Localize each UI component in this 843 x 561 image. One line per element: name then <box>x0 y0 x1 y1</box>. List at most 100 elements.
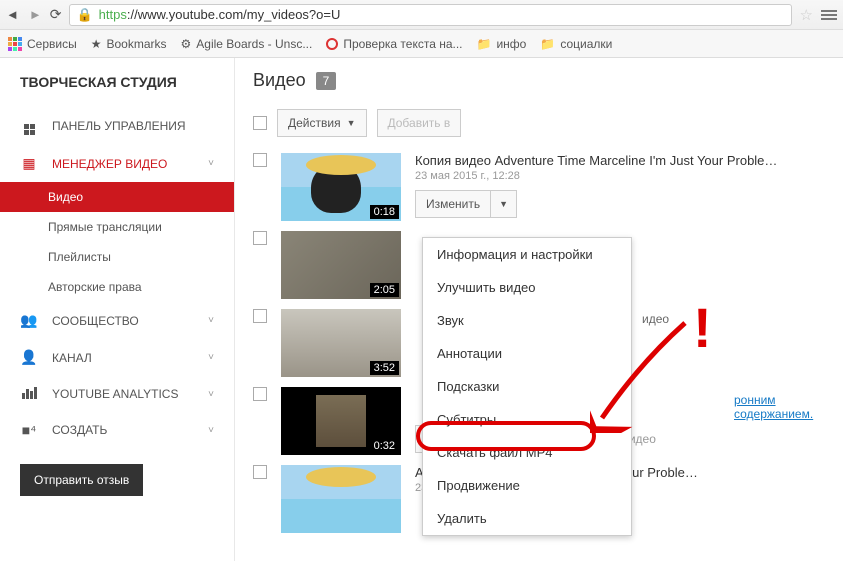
page-title: Видео <box>253 70 306 91</box>
video-count-badge: 7 <box>316 72 337 90</box>
chevron-down-icon: ˅ <box>208 352 214 363</box>
video-duration: 3:52 <box>370 361 399 375</box>
video-thumbnail[interactable]: 2:05 <box>281 231 401 299</box>
bookmark-star-icon[interactable]: ☆ <box>800 6 813 24</box>
analytics-icon <box>20 386 38 402</box>
edit-button[interactable]: Изменить <box>415 190 490 218</box>
select-all-checkbox[interactable] <box>253 116 267 130</box>
sidebar-item-label: МЕНЕДЖЕР ВИДЕО <box>52 157 167 171</box>
people-icon <box>20 312 38 329</box>
circle-icon <box>326 38 338 50</box>
url-path: ://www.youtube.com/my_videos?o=U <box>127 7 341 22</box>
sidebar-sub-playlists[interactable]: Плейлисты <box>0 242 234 272</box>
actions-row: Действия ▼ Добавить в <box>253 109 825 137</box>
partial-text: идео <box>642 312 669 326</box>
video-date: 23 мая 2015 г., 12:28 <box>415 170 825 182</box>
feedback-button[interactable]: Отправить отзыв <box>20 464 143 496</box>
bookmark-info[interactable]: 📁 инфо <box>477 37 527 51</box>
sidebar: ТВОРЧЕСКАЯ СТУДИЯ ПАНЕЛЬ УПРАВЛЕНИЯ ▦ МЕ… <box>0 58 235 561</box>
sidebar-item-label: СООБЩЕСТВО <box>52 314 139 328</box>
gear-icon: ⚙ <box>181 37 192 51</box>
sidebar-item-dashboard[interactable]: ПАНЕЛЬ УПРАВЛЕНИЯ <box>0 106 234 145</box>
sidebar-sub-video[interactable]: Видео <box>0 182 234 212</box>
dd-download-mp4[interactable]: Скачать файл MP4 <box>423 436 631 469</box>
video-thumbnail[interactable]: 3:52 <box>281 309 401 377</box>
bookmark-label: Проверка текста на... <box>343 37 462 51</box>
video-thumbnail[interactable] <box>281 465 401 533</box>
edit-dropdown-menu: Информация и настройки Улучшить видео Зв… <box>422 237 632 536</box>
video-thumbnail[interactable]: 0:32 <box>281 387 401 455</box>
video-manager-icon: ▦ <box>20 155 38 172</box>
edit-dropdown-toggle[interactable]: ▼ <box>490 190 517 218</box>
video-duration: 2:05 <box>370 283 399 297</box>
add-to-button[interactable]: Добавить в <box>377 109 462 137</box>
dd-info[interactable]: Информация и настройки <box>423 238 631 271</box>
content-link[interactable]: ронним содержанием. <box>734 393 843 421</box>
caret-down-icon: ▼ <box>499 199 508 209</box>
sidebar-item-channel[interactable]: 👤 КАНАЛ ˅ <box>0 339 234 376</box>
sidebar-sub-copyright[interactable]: Авторские права <box>0 272 234 302</box>
url-protocol: https <box>99 7 127 22</box>
sidebar-item-analytics[interactable]: YOUTUBE ANALYTICS ˅ <box>0 376 234 412</box>
dd-audio[interactable]: Звук <box>423 304 631 337</box>
sidebar-sub-live[interactable]: Прямые трансляции <box>0 212 234 242</box>
reload-icon[interactable]: ⟳ <box>50 6 62 23</box>
sidebar-item-label: YOUTUBE ANALYTICS <box>52 387 178 401</box>
folder-icon: 📁 <box>540 37 555 51</box>
main-header: Видео 7 <box>253 70 825 91</box>
sidebar-item-create[interactable]: ■⁴ СОЗДАТЬ ˅ <box>0 412 234 448</box>
row-checkbox[interactable] <box>253 231 267 245</box>
row-checkbox[interactable] <box>253 387 267 401</box>
sidebar-item-video-manager[interactable]: ▦ МЕНЕДЖЕР ВИДЕО ˅ <box>0 145 234 182</box>
folder-icon: 📁 <box>477 37 492 51</box>
apps-label: Сервисы <box>27 37 77 51</box>
star-icon: ★ <box>91 37 102 51</box>
dd-promote[interactable]: Продвижение <box>423 469 631 502</box>
dd-annotations[interactable]: Аннотации <box>423 337 631 370</box>
dd-enhance[interactable]: Улучшить видео <box>423 271 631 304</box>
bookmark-bookmarks[interactable]: ★ Bookmarks <box>91 37 167 51</box>
actions-label: Действия <box>288 116 341 130</box>
bookmark-label: социалки <box>560 37 612 51</box>
dashboard-icon <box>20 116 38 135</box>
bookmark-check[interactable]: Проверка текста на... <box>326 37 462 51</box>
video-title[interactable]: Копия видео Adventure Time Marceline I'm… <box>415 153 825 168</box>
lock-icon: 🔒 <box>76 7 92 23</box>
bookmark-social[interactable]: 📁 социалки <box>540 37 612 51</box>
forward-icon: ► <box>29 7 42 22</box>
caret-down-icon: ▼ <box>347 118 356 128</box>
sidebar-item-label: КАНАЛ <box>52 351 92 365</box>
apps-icon <box>8 37 22 51</box>
bookmarks-bar: Сервисы ★ Bookmarks ⚙ Agile Boards - Unsc.… <box>0 30 843 58</box>
apps-shortcut[interactable]: Сервисы <box>8 37 77 51</box>
annotation-exclamation: ! <box>693 295 712 360</box>
row-checkbox[interactable] <box>253 309 267 323</box>
dd-cards[interactable]: Подсказки <box>423 370 631 403</box>
sidebar-submenu: Видео Прямые трансляции Плейлисты Авторс… <box>0 182 234 302</box>
dd-delete[interactable]: Удалить <box>423 502 631 535</box>
url-bar[interactable]: 🔒 https://www.youtube.com/my_videos?o=U <box>69 4 791 26</box>
video-duration: 0:18 <box>370 205 399 219</box>
bookmark-label: Agile Boards - Unsc... <box>196 37 312 51</box>
sidebar-item-community[interactable]: СООБЩЕСТВО ˅ <box>0 302 234 339</box>
chevron-down-icon: ˅ <box>208 425 214 436</box>
back-icon[interactable]: ◄ <box>6 7 19 22</box>
row-checkbox[interactable] <box>253 465 267 479</box>
row-checkbox[interactable] <box>253 153 267 167</box>
browser-toolbar: ◄ ► ⟳ 🔒 https://www.youtube.com/my_video… <box>0 0 843 30</box>
hamburger-icon[interactable] <box>821 10 837 20</box>
chevron-down-icon: ˅ <box>208 389 214 400</box>
video-thumbnail[interactable]: 0:18 <box>281 153 401 221</box>
dd-subtitles[interactable]: Субтитры <box>423 403 631 436</box>
bookmark-label: инфо <box>496 37 526 51</box>
camera-icon: ■⁴ <box>20 422 38 438</box>
channel-icon: 👤 <box>20 349 38 366</box>
chevron-down-icon: ˅ <box>208 158 214 169</box>
bookmark-agile[interactable]: ⚙ Agile Boards - Unsc... <box>181 37 313 51</box>
actions-button[interactable]: Действия ▼ <box>277 109 367 137</box>
sidebar-item-label: ПАНЕЛЬ УПРАВЛЕНИЯ <box>52 119 186 133</box>
sidebar-item-label: СОЗДАТЬ <box>52 423 107 437</box>
bookmark-label: Bookmarks <box>106 37 166 51</box>
video-duration: 0:32 <box>370 439 399 453</box>
chevron-down-icon: ˅ <box>208 315 214 326</box>
